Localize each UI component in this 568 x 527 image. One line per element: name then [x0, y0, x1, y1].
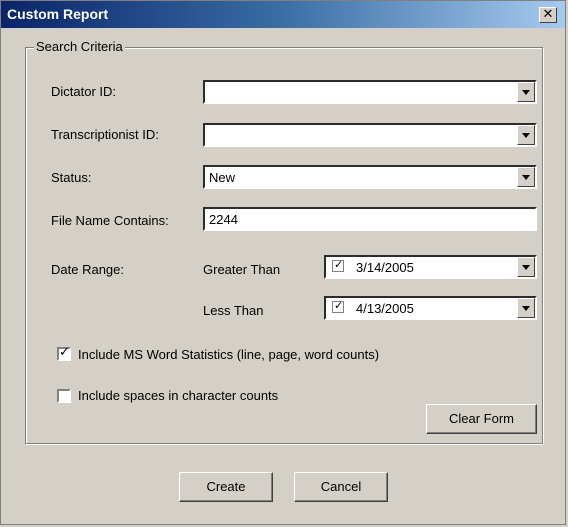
chevron-down-icon	[522, 133, 530, 138]
search-criteria-group: Search Criteria	[25, 39, 543, 444]
less-than-enable-checkbox[interactable]: ✓	[332, 299, 344, 313]
file-name-contains-input[interactable]: 2244	[203, 207, 537, 231]
dialog-title: Custom Report	[7, 6, 109, 22]
close-icon: ✕	[542, 7, 554, 22]
chevron-down-icon	[522, 265, 530, 270]
check-icon: ✓	[59, 345, 70, 360]
greater-than-date-picker[interactable]: ✓ 3/14/2005	[324, 255, 537, 279]
chevron-down-icon	[522, 175, 530, 180]
check-icon: ✓	[334, 299, 344, 312]
include-spaces-checkbox[interactable]	[57, 389, 71, 403]
search-criteria-label: Search Criteria	[34, 39, 125, 54]
chevron-down-icon	[522, 90, 530, 95]
transcriptionist-id-dropdown[interactable]	[203, 123, 537, 147]
title-bar[interactable]: Custom Report ✕	[1, 1, 565, 28]
status-value: New	[209, 170, 236, 185]
include-word-stats-checkbox[interactable]: ✓	[57, 345, 71, 361]
dictator-id-dropdown[interactable]	[203, 80, 537, 104]
clear-form-button[interactable]: Clear Form	[426, 404, 537, 434]
less-than-dropdown-button[interactable]	[517, 298, 535, 318]
transcriptionist-id-label: Transcriptionist ID:	[51, 127, 159, 142]
greater-than-date-value: 3/14/2005	[356, 260, 414, 275]
transcriptionist-id-dropdown-button[interactable]	[517, 125, 535, 145]
status-label: Status:	[51, 170, 92, 185]
include-spaces-label[interactable]: Include spaces in character counts	[78, 388, 278, 403]
less-than-label: Less Than	[203, 303, 264, 318]
less-than-date-picker[interactable]: ✓ 4/13/2005	[324, 296, 537, 320]
file-name-contains-label: File Name Contains:	[51, 213, 169, 228]
date-range-label: Date Range:	[51, 262, 124, 277]
cancel-button[interactable]: Cancel	[294, 472, 388, 502]
chevron-down-icon	[522, 306, 530, 311]
check-icon: ✓	[334, 258, 344, 271]
greater-than-dropdown-button[interactable]	[517, 257, 535, 277]
status-dropdown[interactable]: New	[203, 165, 537, 189]
greater-than-enable-checkbox[interactable]: ✓	[332, 258, 344, 272]
include-word-stats-label[interactable]: Include MS Word Statistics (line, page, …	[78, 347, 379, 362]
close-button[interactable]: ✕	[539, 7, 557, 23]
dictator-id-label: Dictator ID:	[51, 84, 117, 99]
status-dropdown-button[interactable]	[517, 167, 535, 187]
custom-report-dialog: Custom Report ✕ Search Criteria Dictator…	[0, 0, 566, 525]
less-than-date-value: 4/13/2005	[356, 301, 414, 316]
greater-than-label: Greater Than	[203, 262, 281, 277]
create-button[interactable]: Create	[179, 472, 273, 502]
file-name-contains-value: 2244	[209, 212, 238, 227]
dialog-body: Search Criteria Dictator ID: Transcripti…	[1, 28, 565, 524]
dictator-id-dropdown-button[interactable]	[517, 82, 535, 102]
